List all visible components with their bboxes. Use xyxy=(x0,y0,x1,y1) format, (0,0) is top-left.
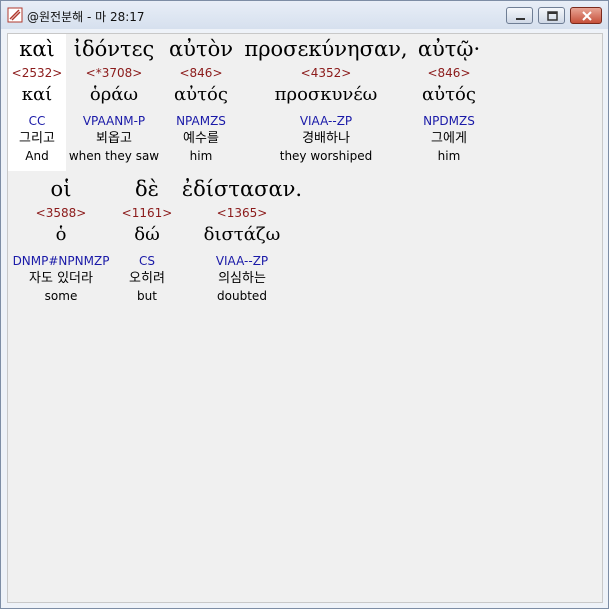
word-cell[interactable]: δὲ <1161> δώ CS 오히려 but xyxy=(114,174,180,311)
korean-gloss: 그리고 xyxy=(19,131,55,146)
strong-number: <846> xyxy=(427,66,471,80)
app-icon xyxy=(7,7,23,23)
greek-word: δὲ xyxy=(135,177,159,201)
maximize-button[interactable] xyxy=(538,7,565,24)
lemma: αὐτός xyxy=(174,84,228,105)
strong-number: <*3708> xyxy=(85,66,143,80)
title-bar[interactable]: @원전분해 - 마 28:17 xyxy=(1,1,608,29)
greek-word: ἐδίστασαν. xyxy=(181,177,303,201)
morph-code: VPAANM-P xyxy=(82,114,146,128)
greek-word: ἰδόντες xyxy=(73,37,155,61)
minimize-button[interactable] xyxy=(506,7,533,24)
content-area: καὶ <2532> καί CC 그리고 And ἰδόντες <*3708… xyxy=(7,33,603,603)
english-gloss: when they saw xyxy=(68,149,160,163)
korean-gloss: 뵈옵고 xyxy=(96,131,132,146)
minimize-icon xyxy=(516,18,525,20)
close-button[interactable] xyxy=(570,7,602,24)
korean-gloss: 그에게 xyxy=(431,131,467,146)
greek-word: προσεκύνησαν, xyxy=(244,37,408,61)
korean-gloss: 오히려 xyxy=(129,271,165,286)
strong-number: <1365> xyxy=(216,206,268,220)
greek-word: αὐτῷ· xyxy=(417,37,481,61)
english-gloss: And xyxy=(25,149,49,163)
word-cell[interactable]: ἰδόντες <*3708> ὁράω VPAANM-P 뵈옵고 when t… xyxy=(66,34,162,171)
lemma: προσκυνέω xyxy=(274,84,378,105)
word-cell[interactable]: ἐδίστασαν. <1365> διστάζω VIAA--ZP 의심하는 … xyxy=(180,174,304,311)
lemma: καί xyxy=(21,84,53,105)
english-gloss: doubted xyxy=(217,289,267,303)
close-icon xyxy=(582,11,592,21)
maximize-icon xyxy=(547,11,558,21)
strong-number: <3588> xyxy=(35,206,87,220)
word-cell[interactable]: αὐτῷ· <846> αὐτός NPDMZS 그에게 him xyxy=(412,34,486,171)
morph-code: VIAA--ZP xyxy=(215,254,269,268)
korean-gloss: 경배하나 xyxy=(302,131,350,146)
morph-code: NPDMZS xyxy=(423,114,475,128)
english-gloss: him xyxy=(437,149,461,163)
strong-number: <1161> xyxy=(121,206,173,220)
lemma: διστάζω xyxy=(203,224,281,245)
korean-gloss: 의심하는 xyxy=(218,271,266,286)
morph-code: VIAA--ZP xyxy=(299,114,353,128)
korean-gloss: 예수를 xyxy=(183,131,219,146)
morph-code: CS xyxy=(139,254,155,268)
strong-number: <4352> xyxy=(300,66,352,80)
word-cell[interactable]: προσεκύνησαν, <4352> προσκυνέω VIAA--ZP … xyxy=(240,34,412,171)
morph-code: CC xyxy=(28,114,46,128)
morph-code: DNMP#NPNMZP xyxy=(12,254,110,268)
lemma: αὐτός xyxy=(422,84,476,105)
korean-gloss: 자도 있더라 xyxy=(29,271,93,286)
strong-number: <846> xyxy=(179,66,223,80)
app-window: @원전분해 - 마 28:17 καὶ <2532> καί CC 그리고 An… xyxy=(0,0,609,609)
morph-code: NPAMZS xyxy=(176,114,226,128)
strong-number: <2532> xyxy=(11,66,63,80)
window-title: @원전분해 - 마 28:17 xyxy=(27,10,145,24)
greek-word: καὶ xyxy=(19,37,55,61)
english-gloss: some xyxy=(44,289,78,303)
english-gloss: him xyxy=(189,149,213,163)
lemma: ὁ xyxy=(55,224,67,245)
lemma: ὁράω xyxy=(89,84,139,105)
lemma: δώ xyxy=(134,224,160,245)
english-gloss: they worshiped xyxy=(279,149,373,163)
word-cell[interactable]: αὐτὸν <846> αὐτός NPAMZS 예수를 him xyxy=(162,34,240,171)
word-cell[interactable]: οἱ <3588> ὁ DNMP#NPNMZP 자도 있더라 some xyxy=(8,174,114,311)
greek-word: οἱ xyxy=(50,177,72,201)
english-gloss: but xyxy=(137,289,157,303)
greek-word: αὐτὸν xyxy=(169,37,233,61)
word-cell[interactable]: καὶ <2532> καί CC 그리고 And xyxy=(8,34,66,171)
